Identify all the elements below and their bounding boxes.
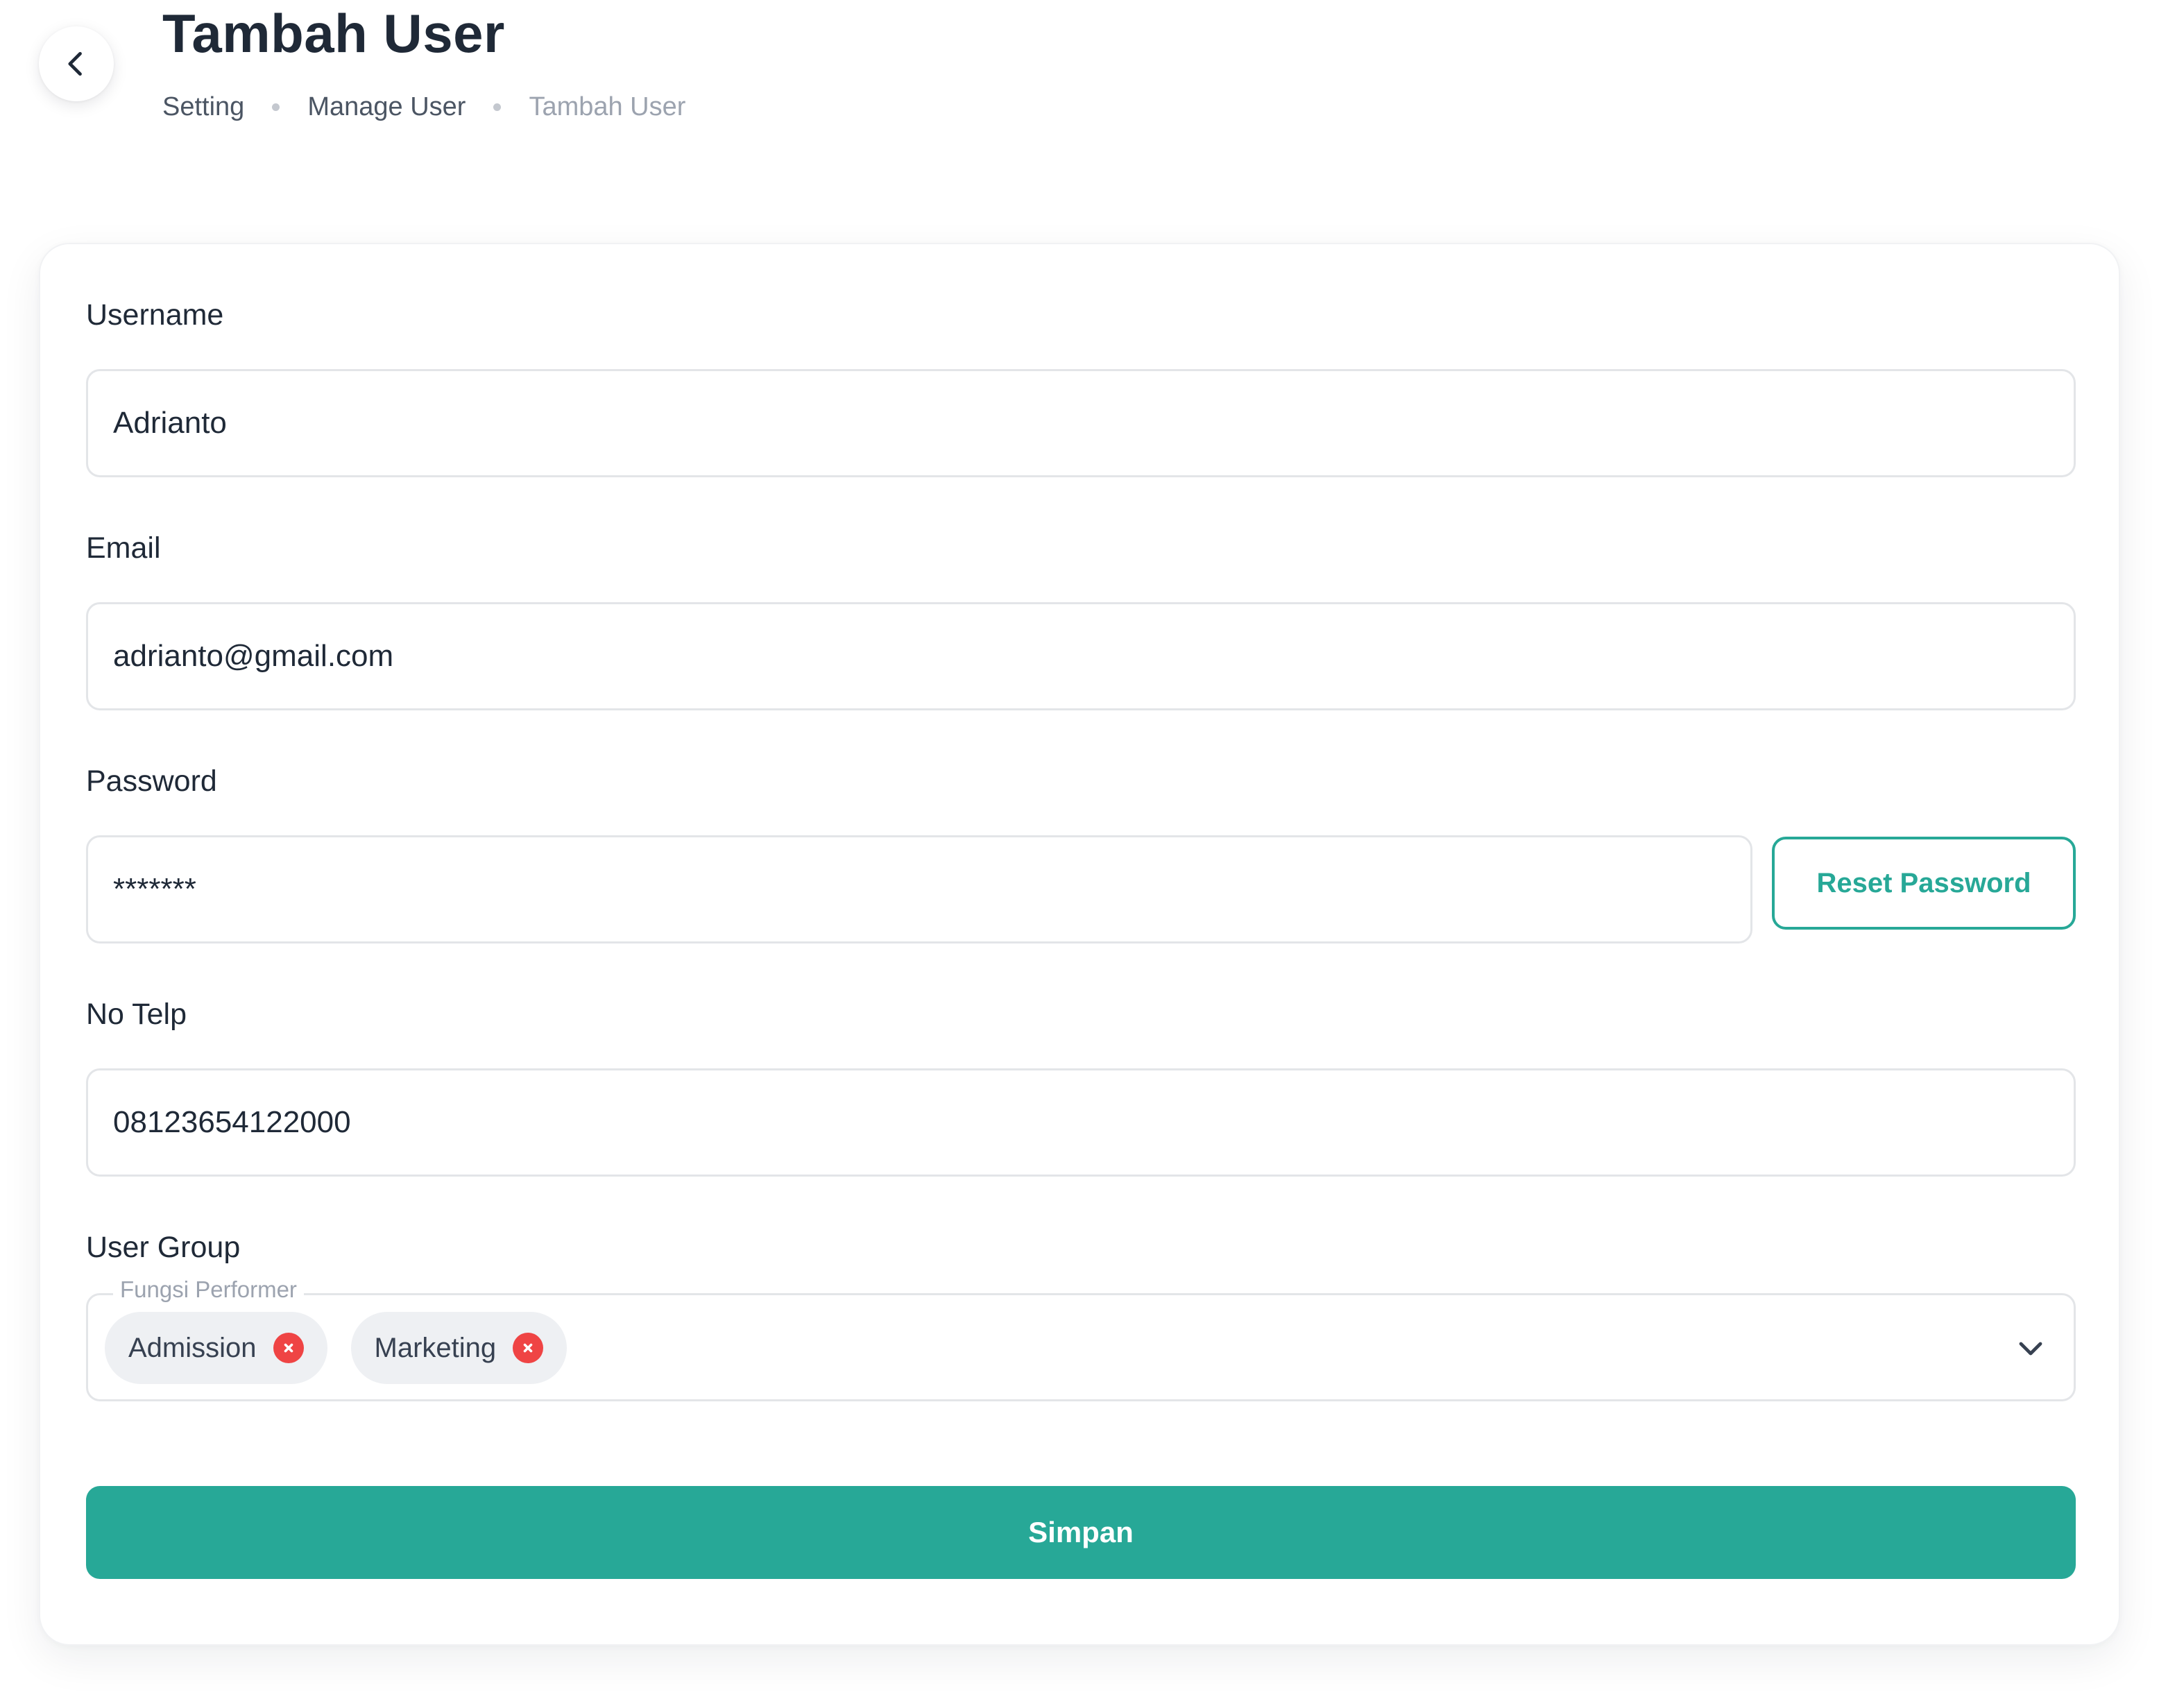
breadcrumb-separator — [272, 103, 280, 111]
email-label: Email — [86, 531, 161, 565]
form-card: Username Email Password Reset Password N… — [39, 243, 2120, 1646]
breadcrumb-setting[interactable]: Setting — [162, 92, 244, 122]
phone-input[interactable] — [86, 1068, 2076, 1177]
chevron-left-icon — [68, 51, 82, 76]
close-icon — [523, 1343, 533, 1353]
page-title: Tambah User — [162, 3, 505, 64]
breadcrumb: Setting Manage User Tambah User — [162, 87, 685, 126]
close-icon — [284, 1343, 293, 1353]
save-button[interactable]: Simpan — [86, 1486, 2076, 1579]
chip-admission: Admission — [105, 1312, 327, 1384]
user-group-label: User Group — [86, 1231, 241, 1264]
breadcrumb-manage-user[interactable]: Manage User — [307, 92, 466, 122]
user-group-select[interactable]: Fungsi Performer Admission Marketing — [86, 1274, 2076, 1401]
chip-label: Admission — [128, 1332, 257, 1363]
username-label: Username — [86, 298, 224, 332]
chip-marketing: Marketing — [350, 1312, 568, 1384]
back-button[interactable] — [39, 26, 114, 101]
user-group-chips: Admission Marketing — [105, 1312, 568, 1384]
email-input[interactable] — [86, 602, 2076, 710]
chip-label: Marketing — [374, 1332, 497, 1363]
chevron-down-icon[interactable] — [2014, 1331, 2047, 1365]
remove-admission-button[interactable] — [273, 1333, 304, 1363]
breadcrumb-current: Tambah User — [529, 92, 686, 121]
username-input[interactable] — [86, 369, 2076, 477]
reset-password-button[interactable]: Reset Password — [1772, 837, 2076, 930]
remove-marketing-button[interactable] — [513, 1333, 544, 1363]
user-group-legend: Fungsi Performer — [113, 1274, 304, 1305]
phone-label: No Telp — [86, 998, 187, 1031]
password-input[interactable] — [86, 835, 1752, 943]
breadcrumb-separator — [493, 103, 502, 111]
password-label: Password — [86, 765, 217, 798]
